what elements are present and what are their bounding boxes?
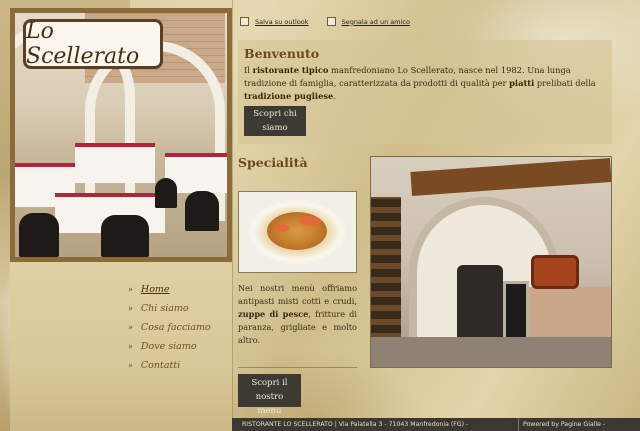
nav-item-chi-siamo[interactable]: » Chi siamo [128,299,211,318]
header-photo-frame: Lo Scellerato [10,8,232,262]
sidebar-navigation: » Home » Chi siamo » Cosa facciamo » Dov… [10,262,232,431]
nav-item-contatti[interactable]: » Contatti [128,356,211,375]
welcome-text: Il ristorante tipico manfredoniano Lo Sc… [244,65,596,101]
left-column: Lo Scellerato » Home » Chi siamo » Cosa … [10,8,232,431]
bullet-icon: » [128,342,133,351]
tell-a-friend-link[interactable]: Segnala ad un amico [326,17,410,26]
bullet-icon: » [128,361,133,370]
restaurant-interior-photo: Lo Scellerato [15,13,227,257]
calendar-icon [240,17,249,26]
about-us-button[interactable]: Scopri chi siamo [244,106,306,136]
restaurant-logo[interactable]: Lo Scellerato [23,19,163,69]
welcome-section: Benvenuto Il ristorante tipico manfredon… [238,40,612,144]
divider [238,367,357,368]
top-links: Salva su outlook Segnala ad un amico [240,17,410,26]
column-divider [232,0,233,418]
nav-item-home[interactable]: » Home [128,280,211,299]
pasta-dish-photo [238,191,357,273]
welcome-title: Benvenuto [244,46,320,61]
bullet-icon: » [128,323,133,332]
nav-item-dove-siamo[interactable]: » Dove siamo [128,337,211,356]
bar-interior-photo [370,156,612,368]
logo-text: Lo Scellerato [26,19,140,69]
share-icon [326,17,336,26]
footer-address: RISTORANTE LO SCELLERATO | Via Palatella… [242,421,469,428]
powered-by-link[interactable]: Powered by Pagine Gialle - [523,421,605,428]
specialties-text: Nei nostri menù offriamo antipasti misti… [238,283,357,345]
footer-bar: RISTORANTE LO SCELLERATO | Via Palatella… [232,418,640,431]
nav-item-cosa-facciamo[interactable]: » Cosa facciamo [128,318,211,337]
nav-list: » Home » Chi siamo » Cosa facciamo » Dov… [128,280,211,375]
menu-button[interactable]: Scopri il nostro menu [238,374,301,416]
save-outlook-link[interactable]: Salva su outlook [240,17,309,26]
bullet-icon: » [128,304,133,313]
bullet-icon: » [128,285,133,294]
specialties-title: Specialità [238,155,308,170]
footer-divider [518,418,519,431]
